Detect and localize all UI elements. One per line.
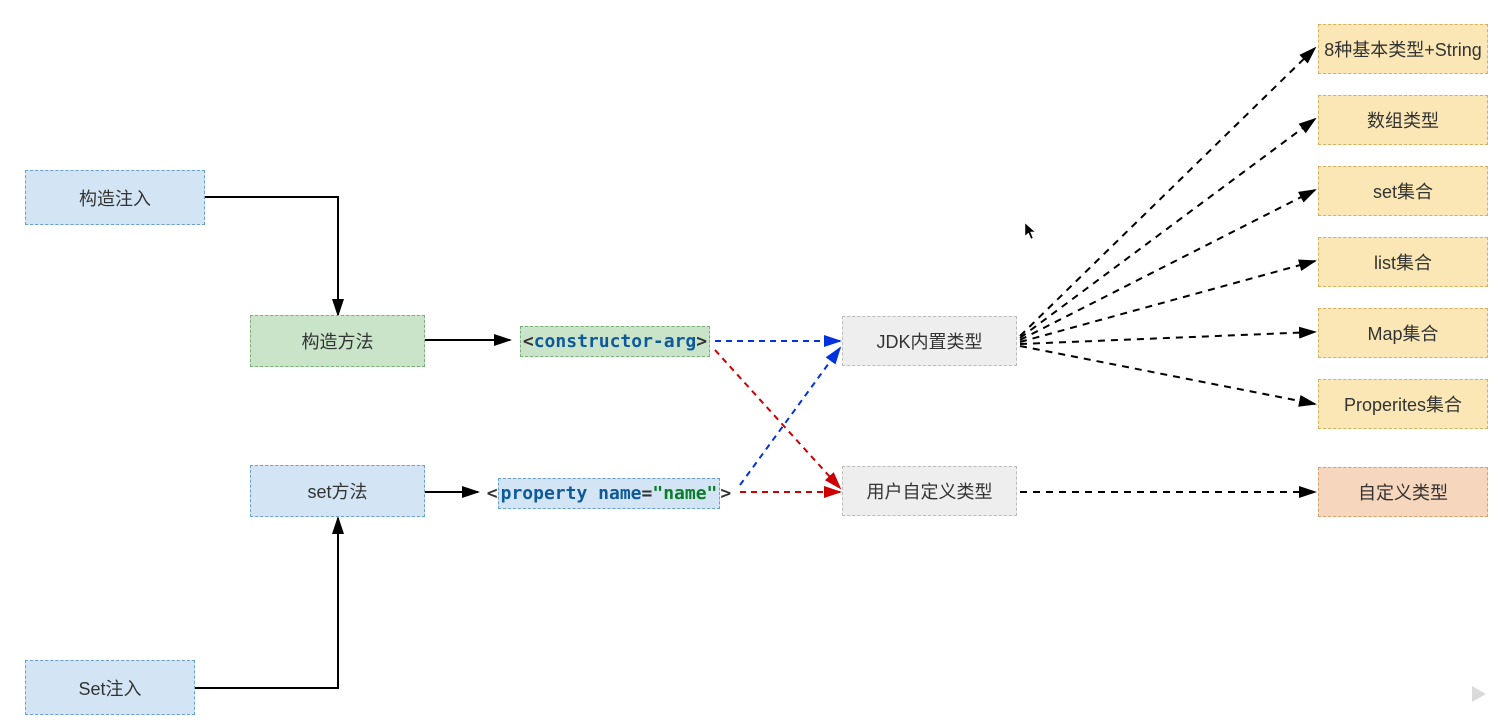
node-set-injection: Set注入 bbox=[25, 660, 195, 715]
node-set-method: set方法 bbox=[250, 465, 425, 517]
label: 构造方法 bbox=[302, 328, 374, 354]
space bbox=[587, 483, 598, 504]
close-bracket: > bbox=[696, 331, 707, 352]
tag-name: property bbox=[501, 483, 588, 504]
open-bracket: < bbox=[523, 331, 534, 352]
label: 数组类型 bbox=[1367, 107, 1439, 133]
tag-name: constructor-arg bbox=[534, 331, 697, 352]
open-bracket: < bbox=[487, 483, 498, 504]
label: Set注入 bbox=[78, 675, 141, 701]
label: 8种基本类型+String bbox=[1324, 36, 1482, 62]
node-constructor-arg-tag: <constructor-arg> bbox=[510, 326, 720, 356]
node-properties-collection: Properites集合 bbox=[1318, 379, 1488, 429]
close-bracket: > bbox=[720, 483, 731, 504]
node-custom-type: 自定义类型 bbox=[1318, 467, 1488, 517]
node-user-defined: 用户自定义类型 bbox=[842, 466, 1017, 516]
label: set方法 bbox=[307, 478, 367, 504]
node-constructor-injection: 构造注入 bbox=[25, 170, 205, 225]
node-property-tag: <property name="name"> bbox=[478, 478, 740, 508]
attr-value: "name" bbox=[652, 483, 717, 504]
label: list集合 bbox=[1374, 249, 1432, 275]
node-map-collection: Map集合 bbox=[1318, 308, 1488, 358]
node-array-type: 数组类型 bbox=[1318, 95, 1488, 145]
label: 构造注入 bbox=[79, 185, 151, 211]
node-constructor-method: 构造方法 bbox=[250, 315, 425, 367]
equals: = bbox=[642, 483, 653, 504]
play-icon[interactable] bbox=[1453, 676, 1503, 712]
label: 用户自定义类型 bbox=[867, 478, 993, 504]
node-set-collection: set集合 bbox=[1318, 166, 1488, 216]
label: Properites集合 bbox=[1344, 391, 1462, 417]
label: Map集合 bbox=[1367, 320, 1438, 346]
label: set集合 bbox=[1373, 178, 1433, 204]
connector-layer bbox=[0, 0, 1511, 720]
attr-name: name bbox=[598, 483, 641, 504]
node-list-collection: list集合 bbox=[1318, 237, 1488, 287]
label: JDK内置类型 bbox=[876, 328, 982, 354]
node-basic-types: 8种基本类型+String bbox=[1318, 24, 1488, 74]
node-jdk-builtin: JDK内置类型 bbox=[842, 316, 1017, 366]
label: 自定义类型 bbox=[1358, 479, 1448, 505]
